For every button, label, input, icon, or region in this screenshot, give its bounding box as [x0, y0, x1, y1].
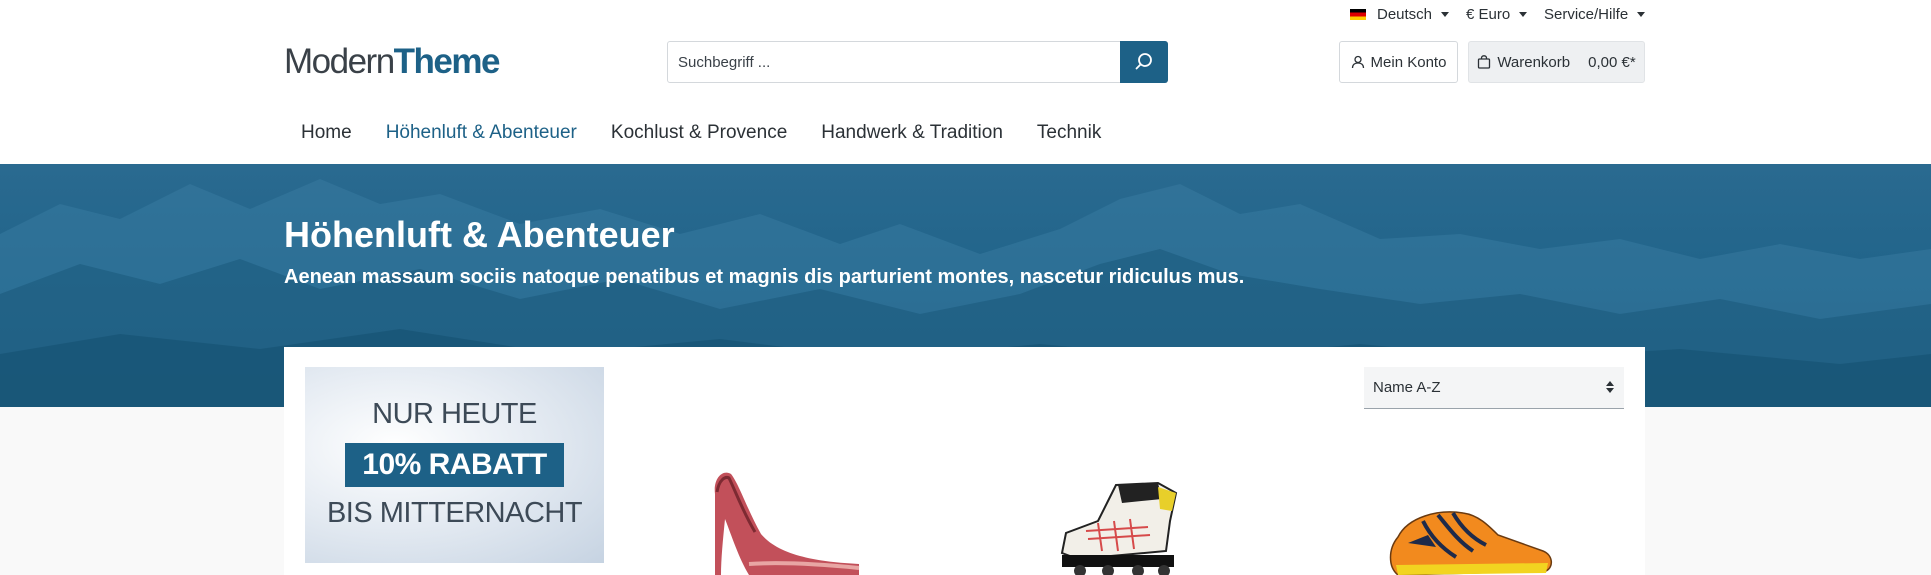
- sort-arrows-icon: [1606, 381, 1614, 393]
- nav-item-handwerk[interactable]: Handwerk & Tradition: [804, 122, 1020, 152]
- user-icon: [1351, 55, 1364, 69]
- search-icon: [1135, 53, 1152, 70]
- promo-line-3: BIS MITTERNACHT: [326, 497, 583, 529]
- search-button[interactable]: [1120, 41, 1168, 83]
- category-title: Höhenluft & Abenteuer: [284, 214, 675, 255]
- currency-label: € Euro: [1466, 6, 1511, 23]
- chevron-down-icon: [1519, 12, 1528, 17]
- currency-selector[interactable]: € Euro: [1466, 6, 1528, 23]
- sort-selected-value: Name A-Z: [1373, 379, 1441, 396]
- product-image-high-heel[interactable]: [709, 464, 879, 575]
- service-label: Service/Hilfe: [1544, 6, 1629, 23]
- header: ModernTheme Mein Konto Warenkorb 0,00 €*…: [0, 28, 1931, 164]
- service-menu[interactable]: Service/Hilfe: [1544, 6, 1646, 23]
- nav-item-technik[interactable]: Technik: [1020, 122, 1118, 152]
- language-selector[interactable]: Deutsch: [1350, 6, 1450, 23]
- logo-text-modern: Modern: [284, 42, 395, 81]
- logo[interactable]: ModernTheme: [284, 42, 501, 82]
- category-description: Aenean massaum sociis natoque penatibus …: [284, 266, 1245, 288]
- nav-item-hoehenluft[interactable]: Höhenluft & Abenteuer: [369, 122, 594, 152]
- nav-item-kochlust[interactable]: Kochlust & Provence: [594, 122, 804, 152]
- cart-total: 0,00 €*: [1588, 53, 1636, 71]
- product-image-running-shoe[interactable]: [1378, 507, 1558, 575]
- account-label: Mein Konto: [1370, 53, 1447, 71]
- sort-select[interactable]: Name A-Z: [1364, 367, 1624, 409]
- chevron-down-icon: [1637, 12, 1646, 17]
- product-image-inline-skate[interactable]: [1058, 481, 1198, 575]
- chevron-down-icon: [1441, 12, 1450, 17]
- search-form: [667, 41, 1168, 83]
- language-label: Deutsch: [1377, 6, 1433, 23]
- promo-banner[interactable]: NUR HEUTE 10% RABATT BIS MITTERNACHT: [305, 367, 604, 563]
- promo-line-1: NUR HEUTE: [372, 398, 537, 430]
- shopping-bag-icon: [1478, 55, 1491, 69]
- promo-highlight: 10% RABATT: [345, 443, 564, 487]
- search-input[interactable]: [668, 42, 1120, 82]
- main-navigation: Home Höhenluft & Abenteuer Kochlust & Pr…: [284, 122, 1118, 152]
- logo-text-theme: Theme: [393, 42, 501, 81]
- account-button[interactable]: Mein Konto: [1339, 41, 1458, 83]
- cart-button[interactable]: Warenkorb 0,00 €*: [1468, 41, 1645, 83]
- nav-item-home[interactable]: Home: [284, 122, 369, 152]
- content-card: NUR HEUTE 10% RABATT BIS MITTERNACHT Nam…: [284, 347, 1645, 575]
- top-bar: Deutsch € Euro Service/Hilfe: [0, 0, 1931, 28]
- cart-label: Warenkorb: [1497, 53, 1571, 71]
- german-flag-icon: [1350, 9, 1366, 20]
